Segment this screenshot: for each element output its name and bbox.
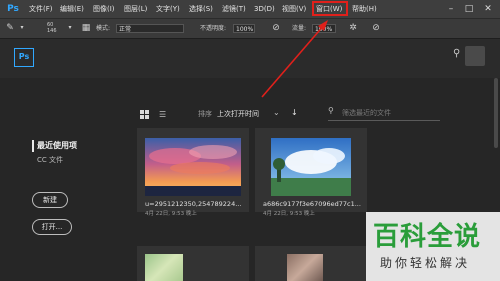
watermark-subtitle: 助你轻松解决 bbox=[380, 256, 471, 270]
watermark-title: 百科全说 bbox=[373, 222, 482, 252]
